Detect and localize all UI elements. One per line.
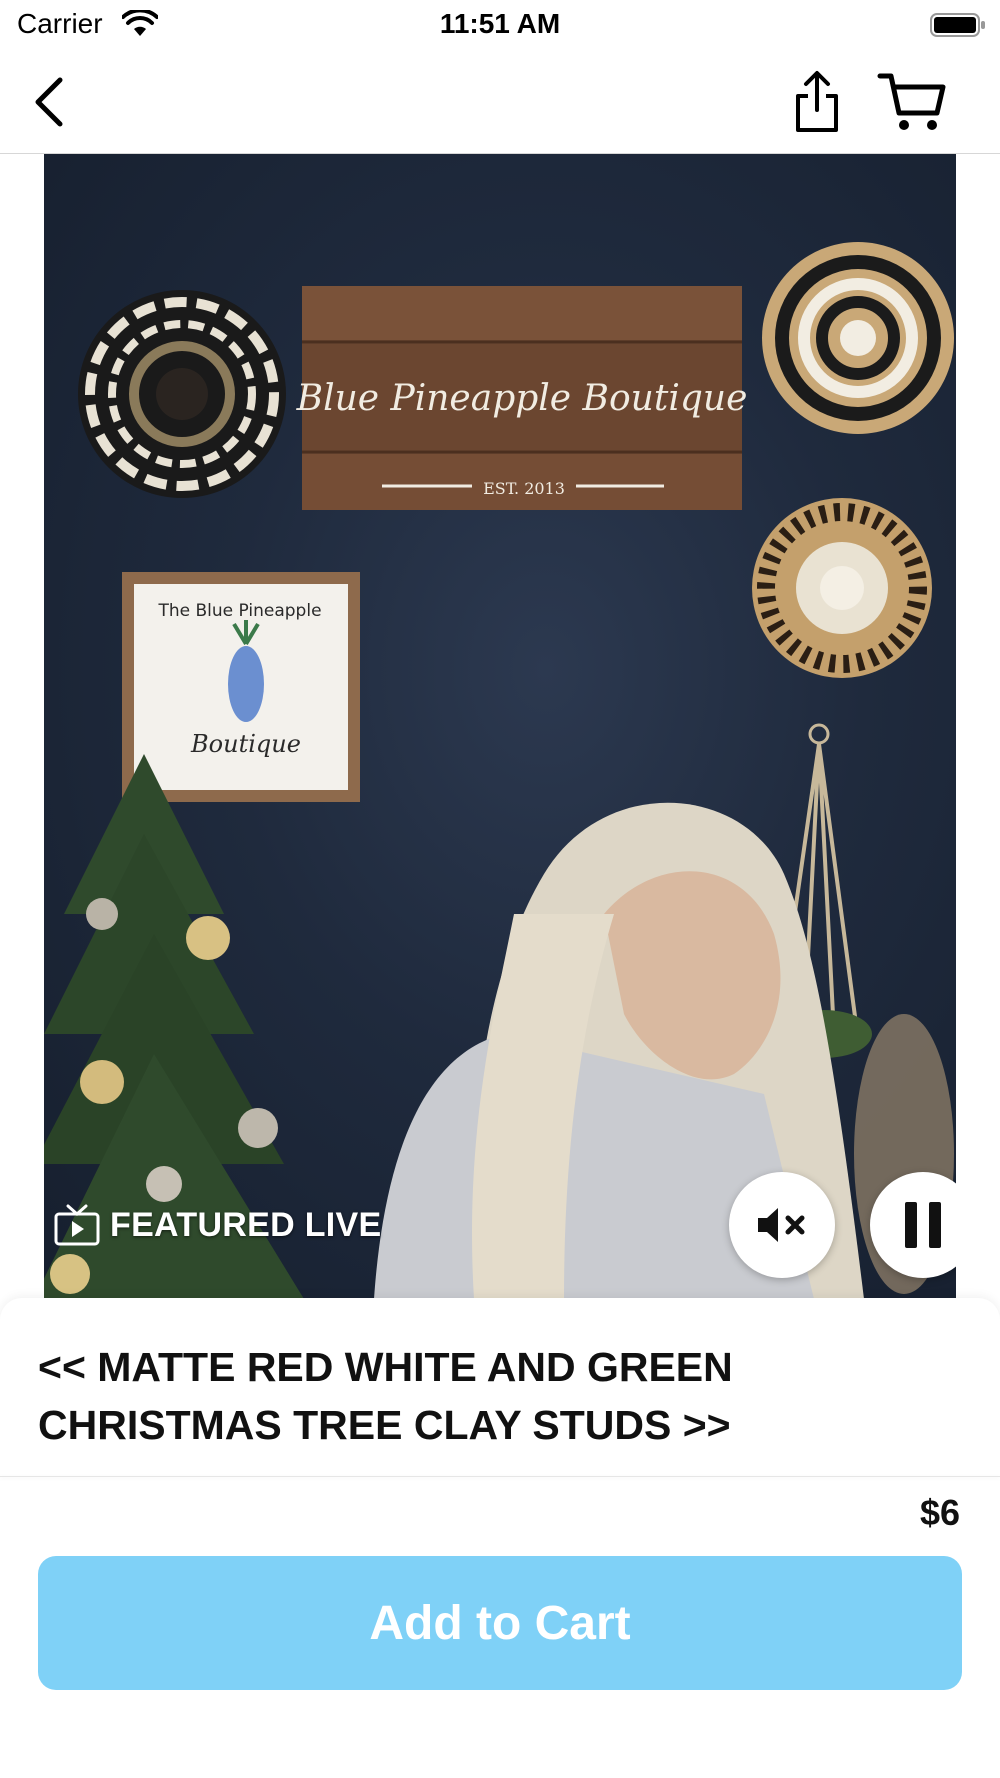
featured-live-label: FEATURED LIVE [110,1205,382,1244]
framed-poster: The Blue Pineapple Boutique [122,572,360,802]
live-video[interactable]: Blue Pineapple Boutique EST. 2013 The Bl… [44,154,956,1299]
chevron-left-icon [35,77,63,127]
speaker-muted-icon [758,1208,805,1242]
add-to-cart-button[interactable]: Add to Cart [38,1556,962,1690]
wall-basket-left [78,290,286,498]
mute-button[interactable] [729,1172,835,1278]
status-bar: Carrier 11:51 AM [0,0,1000,50]
cart-icon [877,73,946,130]
share-button[interactable] [784,64,850,140]
sign-text: Blue Pineapple Boutique [296,378,748,419]
pause-icon [905,1202,941,1248]
status-time: 11:51 AM [439,8,561,39]
poster-bottom: Boutique [190,730,301,758]
wall-basket-right-bottom [752,498,932,678]
nav-bar [0,50,1000,154]
battery-icon [930,13,985,37]
featured-live-badge: FEATURED LIVE [54,1204,382,1246]
product-title: << MATTE RED WHITE AND GREEN CHRISTMAS T… [38,1344,733,1448]
wall-basket-right-top [762,242,954,434]
product-sheet: << MATTE RED WHITE AND GREEN CHRISTMAS T… [0,1298,1000,1778]
poster-top: The Blue Pineapple [157,601,321,621]
tv-play-icon [54,1204,100,1246]
video-frame: Blue Pineapple Boutique EST. 2013 The Bl… [44,242,954,1299]
product-price: $6 [919,1492,960,1533]
wood-sign: Blue Pineapple Boutique EST. 2013 [296,286,748,510]
divider [0,1476,1000,1477]
share-icon [796,71,838,132]
back-button[interactable] [18,70,78,134]
sign-subtext: EST. 2013 [483,479,565,498]
cart-button[interactable] [872,66,952,138]
